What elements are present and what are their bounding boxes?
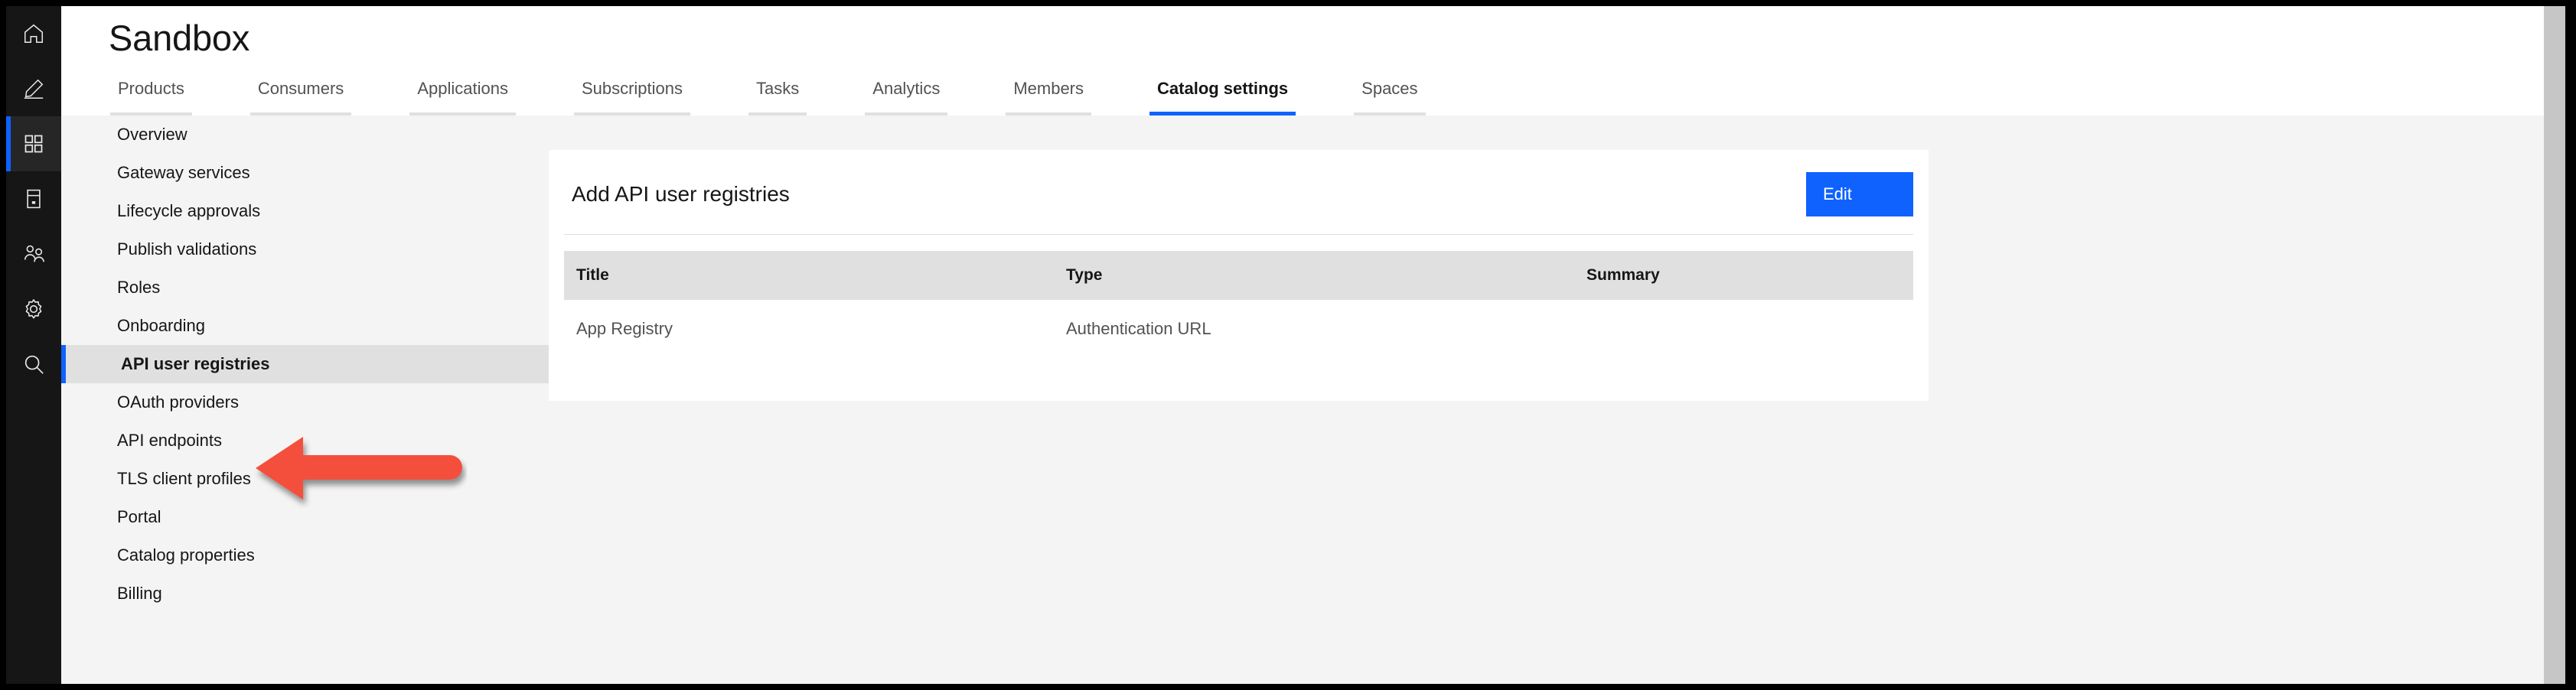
sidebar-item-api-user-registries[interactable]: API user registries — [61, 345, 568, 383]
sidebar-item-lifecycle-approvals[interactable]: Lifecycle approvals — [61, 192, 568, 230]
tab-products[interactable]: Products — [109, 76, 194, 116]
sidebar-item-gateway-services[interactable]: Gateway services — [61, 154, 568, 192]
tab-bar: Products Consumers Applications Subscrip… — [109, 76, 1427, 116]
sidebar-item-label: Publish validations — [117, 239, 257, 259]
rail-item-search[interactable] — [6, 337, 61, 392]
registries-table: Title Type Summary App Registry Authenti… — [564, 251, 1913, 358]
page-header: Sandbox Products Consumers Applications … — [61, 6, 2565, 116]
sidebar-item-catalog-properties[interactable]: Catalog properties — [61, 536, 568, 574]
sidebar-item-api-endpoints[interactable]: API endpoints — [61, 421, 568, 460]
sidebar-item-label: OAuth providers — [117, 392, 239, 412]
sidebar-item-overview[interactable]: Overview — [61, 116, 568, 154]
column-header-type[interactable]: Type — [1054, 251, 1574, 300]
gear-icon — [22, 298, 45, 321]
sidebar-item-tls-client-profiles[interactable]: TLS client profiles — [61, 460, 568, 498]
sidebar-item-label: API user registries — [121, 354, 270, 373]
sidebar-item-label: Portal — [117, 507, 161, 526]
sidebar-item-label: Lifecycle approvals — [117, 201, 261, 220]
tab-label: Tasks — [756, 79, 800, 98]
tab-label: Members — [1013, 79, 1084, 98]
rail-item-members[interactable] — [6, 226, 61, 282]
table-header: Title Type Summary — [564, 251, 1913, 300]
rail-item-home[interactable] — [6, 6, 61, 61]
sidebar-item-label: Catalog properties — [117, 545, 255, 565]
tab-label: Analytics — [872, 79, 941, 98]
grid-icon — [23, 133, 44, 155]
scrollbar-thumb[interactable] — [2544, 6, 2565, 684]
sidebar-item-label: API endpoints — [117, 431, 222, 450]
sidebar-item-label: Onboarding — [117, 316, 205, 335]
sidebar-item-onboarding[interactable]: Onboarding — [61, 307, 568, 345]
tab-subscriptions[interactable]: Subscriptions — [572, 76, 692, 116]
edit-button[interactable]: Edit — [1806, 172, 1913, 216]
tab-catalog-settings[interactable]: Catalog settings — [1148, 76, 1297, 116]
sidebar-item-label: Overview — [117, 125, 187, 144]
app-window: Sandbox Products Consumers Applications … — [6, 6, 2565, 684]
table-row[interactable]: App Registry Authentication URL — [564, 300, 1913, 358]
scrollbar-track[interactable] — [2544, 6, 2565, 684]
pencil-icon — [22, 77, 45, 100]
sidebar-item-label: TLS client profiles — [117, 469, 251, 488]
tab-label: Spaces — [1361, 79, 1418, 98]
sidebar-item-publish-validations[interactable]: Publish validations — [61, 230, 568, 269]
home-icon — [22, 22, 45, 45]
tab-consumers[interactable]: Consumers — [249, 76, 353, 116]
tab-analytics[interactable]: Analytics — [863, 76, 949, 116]
tab-label: Subscriptions — [581, 79, 683, 98]
global-nav-rail — [6, 6, 61, 684]
card-divider — [564, 234, 1913, 235]
column-header-title[interactable]: Title — [564, 251, 1054, 300]
sidebar-item-oauth-providers[interactable]: OAuth providers — [61, 383, 568, 421]
tab-spaces[interactable]: Spaces — [1352, 76, 1427, 116]
sidebar-item-billing[interactable]: Billing — [61, 574, 568, 613]
server-icon — [23, 188, 44, 210]
rail-item-catalogs[interactable] — [6, 116, 61, 171]
cell-title: App Registry — [576, 319, 673, 338]
tab-label: Products — [118, 79, 184, 98]
tab-tasks[interactable]: Tasks — [747, 76, 808, 116]
rail-item-edit[interactable] — [6, 61, 61, 116]
tab-label: Catalog settings — [1157, 79, 1289, 98]
table-header-row: Title Type Summary — [564, 251, 1913, 300]
sidebar-item-portal[interactable]: Portal — [61, 498, 568, 536]
sidebar-item-label: Gateway services — [117, 163, 250, 182]
cell-type: Authentication URL — [1066, 319, 1211, 338]
tab-members[interactable]: Members — [1004, 76, 1093, 116]
search-icon — [22, 353, 45, 376]
api-user-registries-card: Add API user registries Edit Title Type … — [549, 150, 1929, 401]
sidebar-item-label: Billing — [117, 584, 162, 603]
rail-item-server[interactable] — [6, 171, 61, 226]
sidebar-item-roles[interactable]: Roles — [61, 269, 568, 307]
tab-label: Consumers — [257, 79, 344, 98]
card-title: Add API user registries — [572, 182, 790, 206]
table-body: App Registry Authentication URL — [564, 300, 1913, 358]
users-icon — [22, 242, 45, 265]
cell-summary — [1574, 300, 1913, 358]
tab-label: Applications — [417, 79, 508, 98]
sidebar-item-label: Roles — [117, 278, 161, 297]
rail-item-settings[interactable] — [6, 282, 61, 337]
page-title: Sandbox — [109, 18, 250, 58]
column-header-summary[interactable]: Summary — [1574, 251, 1913, 300]
tab-applications[interactable]: Applications — [408, 76, 517, 116]
catalog-settings-nav: Overview Gateway services Lifecycle appr… — [61, 116, 568, 684]
